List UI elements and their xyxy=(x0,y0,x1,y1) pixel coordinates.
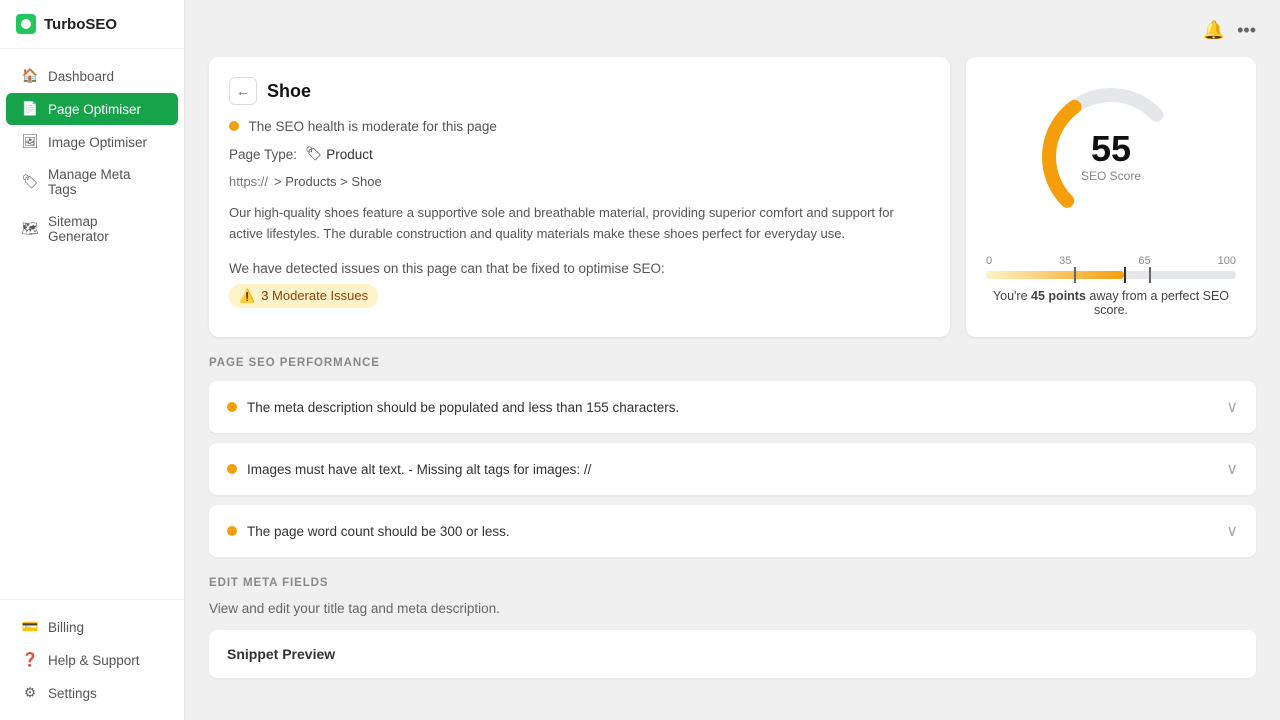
sidebar-item-billing[interactable]: 💳 Billing xyxy=(6,611,178,643)
marker-65 xyxy=(1149,267,1151,283)
status-dot xyxy=(229,121,239,131)
tag-icon: 🏷 xyxy=(22,174,38,190)
perf-item-1[interactable]: Images must have alt text. - Missing alt… xyxy=(209,443,1256,495)
page-icon: 📄 xyxy=(22,101,38,117)
app-name: TurboSEO xyxy=(44,16,117,33)
meta-section-header: EDIT META FIELDS xyxy=(209,577,1256,589)
main-content: 🔔 ••• ← Shoe The SEO health is moderate … xyxy=(185,0,1280,720)
url-row: https:// > Products > Shoe xyxy=(229,174,930,189)
sidebar-item-image-optimiser[interactable]: 🖼 Image Optimiser xyxy=(6,126,178,158)
seo-score-label: SEO Score xyxy=(1081,169,1141,183)
page-description: Our high-quality shoes feature a support… xyxy=(229,203,930,245)
card-header: ← Shoe xyxy=(229,77,930,105)
perf-item-2[interactable]: The page word count should be 300 or les… xyxy=(209,505,1256,557)
marker-current xyxy=(1124,267,1126,283)
seo-score-value: 55 xyxy=(1081,131,1141,167)
url-prefix: https:// xyxy=(229,174,268,189)
app-logo: TurboSEO xyxy=(0,0,184,49)
marker-35 xyxy=(1074,267,1076,283)
perf-text-0: The meta description should be populated… xyxy=(247,400,679,415)
page-type-badge: 🏷 Product xyxy=(305,146,373,162)
header-area: 🔔 ••• xyxy=(209,20,1256,41)
perf-item-0[interactable]: The meta description should be populated… xyxy=(209,381,1256,433)
image-icon: 🖼 xyxy=(22,134,38,150)
scale-65: 65 xyxy=(1138,255,1150,267)
gauge-chart: 55 SEO Score xyxy=(1031,77,1191,237)
sidebar-item-page-optimiser[interactable]: 📄 Page Optimiser xyxy=(6,93,178,125)
notification-icon[interactable]: 🔔 xyxy=(1203,20,1225,41)
settings-icon: ⚙ xyxy=(22,685,38,701)
issues-intro: We have detected issues on this page can… xyxy=(229,261,930,276)
perf-dot-1 xyxy=(227,464,237,474)
sidebar-item-manage-meta-tags[interactable]: 🏷 Manage Meta Tags xyxy=(6,159,178,205)
warning-icon: ⚠️ xyxy=(239,288,255,304)
sidebar-item-help-support[interactable]: ❓ Help & Support xyxy=(6,644,178,676)
progress-track xyxy=(986,271,1236,279)
sidebar-item-sitemap-generator[interactable]: 🗺 Sitemap Generator xyxy=(6,206,178,252)
perf-dot-2 xyxy=(227,526,237,536)
progress-fill xyxy=(986,271,1124,279)
perf-text-2: The page word count should be 300 or les… xyxy=(247,524,510,539)
help-icon: ❓ xyxy=(22,652,38,668)
tag-emoji: 🏷 xyxy=(305,146,322,162)
points-away: 45 xyxy=(1031,289,1045,303)
page-info-card: ← Shoe The SEO health is moderate for th… xyxy=(209,57,950,337)
scale-100: 100 xyxy=(1218,255,1236,267)
scale-0: 0 xyxy=(986,255,992,267)
sidebar: TurboSEO 🏠 Dashboard 📄 Page Optimiser 🖼 … xyxy=(0,0,185,720)
progress-text: You're 45 points away from a perfect SEO… xyxy=(986,289,1236,317)
logo-icon xyxy=(16,14,36,34)
gauge-text: 55 SEO Score xyxy=(1081,131,1141,183)
perf-text-1: Images must have alt text. - Missing alt… xyxy=(247,462,591,477)
sidebar-item-dashboard[interactable]: 🏠 Dashboard xyxy=(6,60,178,92)
progress-labels: 0 35 65 100 xyxy=(986,255,1236,267)
url-path: > Products > Shoe xyxy=(274,174,382,189)
status-text: The SEO health is moderate for this page xyxy=(229,119,930,134)
progress-container: 0 35 65 100 You're 45 points away from a… xyxy=(986,255,1236,317)
chevron-down-icon-1: ∨ xyxy=(1226,459,1238,479)
meta-description-text: View and edit your title tag and meta de… xyxy=(209,601,1256,616)
page-title: Shoe xyxy=(267,81,311,102)
billing-icon: 💳 xyxy=(22,619,38,635)
performance-section-header: PAGE SEO PERFORMANCE xyxy=(209,357,1256,369)
snippet-title: Snippet Preview xyxy=(227,646,1238,662)
sidebar-item-settings[interactable]: ⚙ Settings xyxy=(6,677,178,709)
chevron-down-icon-2: ∨ xyxy=(1226,521,1238,541)
top-cards: ← Shoe The SEO health is moderate for th… xyxy=(209,57,1256,337)
sidebar-bottom: 💳 Billing ❓ Help & Support ⚙ Settings xyxy=(0,599,184,720)
back-button[interactable]: ← xyxy=(229,77,257,105)
sitemap-icon: 🗺 xyxy=(22,221,38,237)
perf-dot-0 xyxy=(227,402,237,412)
points-away-label: points xyxy=(1048,289,1086,303)
scale-35: 35 xyxy=(1059,255,1071,267)
issue-badge: ⚠️ 3 Moderate Issues xyxy=(229,284,378,308)
chevron-down-icon-0: ∨ xyxy=(1226,397,1238,417)
snippet-card: Snippet Preview xyxy=(209,630,1256,678)
meta-section: EDIT META FIELDS View and edit your titl… xyxy=(209,577,1256,678)
score-card: 55 SEO Score 0 35 65 100 Yo xyxy=(966,57,1256,337)
sidebar-nav: 🏠 Dashboard 📄 Page Optimiser 🖼 Image Opt… xyxy=(0,49,184,599)
home-icon: 🏠 xyxy=(22,68,38,84)
more-options-icon[interactable]: ••• xyxy=(1237,20,1256,41)
page-type-row: Page Type: 🏷 Product xyxy=(229,146,930,162)
